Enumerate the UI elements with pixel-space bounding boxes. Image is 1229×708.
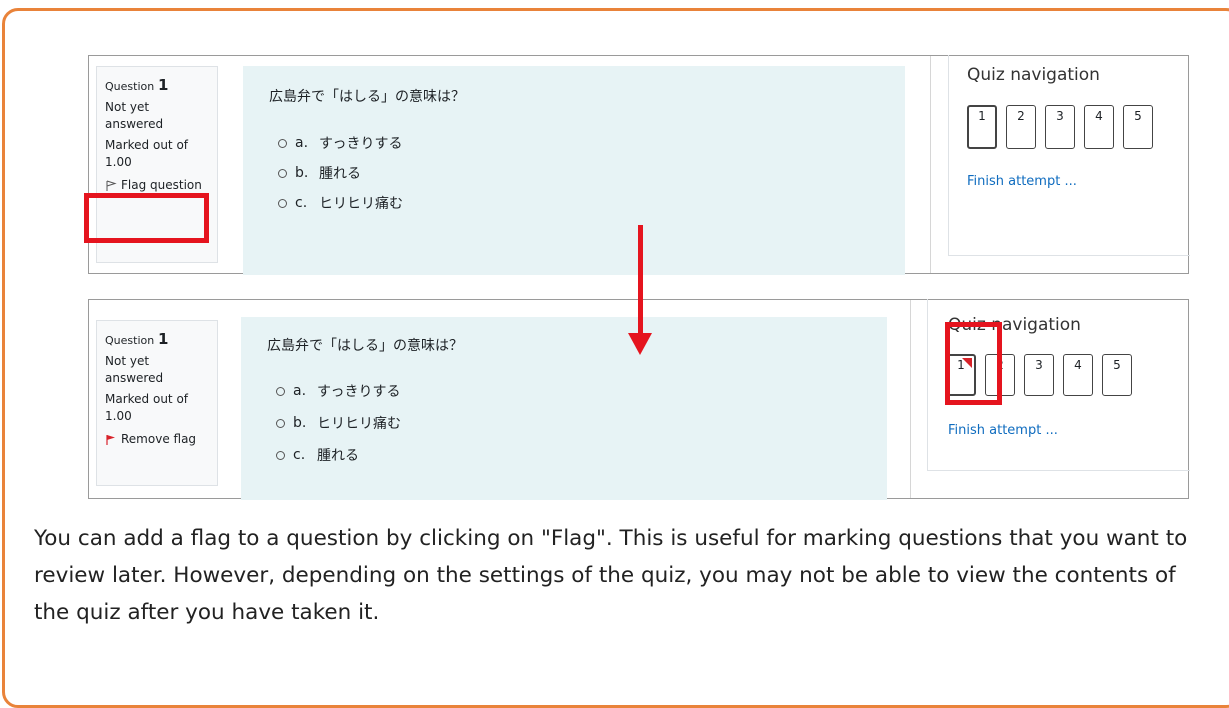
- radio-button[interactable]: [276, 418, 285, 428]
- answer-list: a. すっきりする b. ヒリヒリ痛む c. 腫れる: [267, 375, 861, 471]
- divider: [910, 300, 911, 498]
- divider: [930, 56, 931, 273]
- answer-letter: b.: [295, 165, 309, 181]
- question-number: 1: [158, 330, 169, 348]
- question-text: 広島弁で「はしる」の意味は？: [269, 89, 465, 105]
- finish-attempt-link[interactable]: Finish attempt ...: [967, 174, 1077, 189]
- nav-button-question-1[interactable]: 1: [967, 105, 997, 149]
- answer-letter: a.: [295, 135, 309, 151]
- answer-text: ヒリヒリ痛む: [317, 416, 401, 432]
- answer-option-c[interactable]: c. ヒリヒリ痛む: [269, 188, 879, 218]
- answer-text: 腫れる: [319, 166, 361, 182]
- remove-flag-label: Remove flag: [121, 432, 197, 446]
- highlight-box-flag: [84, 193, 209, 243]
- radio-button[interactable]: [278, 198, 287, 208]
- answer-text: 腫れる: [317, 448, 359, 464]
- nav-button-question-4[interactable]: 4: [1063, 354, 1093, 396]
- question-label: Question: [105, 80, 155, 93]
- question-text: 広島弁で「はしる」の意味は？: [267, 338, 463, 354]
- question-state: Not yet answered: [105, 354, 164, 385]
- nav-button-question-5[interactable]: 5: [1123, 105, 1153, 149]
- answer-letter: c.: [293, 447, 306, 463]
- flag-filled-icon: [106, 434, 115, 445]
- answer-list: a. すっきりする b. 腫れる c. ヒリヒリ痛む: [269, 128, 879, 218]
- highlight-box-nav-button: [945, 322, 1002, 405]
- remove-flag-toggle[interactable]: Remove flag: [105, 431, 209, 448]
- nav-button-question-2[interactable]: 2: [1006, 105, 1036, 149]
- quiz-navigation-title: Quiz navigation: [967, 65, 1100, 85]
- radio-button[interactable]: [278, 138, 287, 148]
- question-marks: Marked out of 1.00: [105, 392, 189, 423]
- answer-option-c[interactable]: c. 腫れる: [267, 439, 861, 471]
- question-state: Not yet answered: [105, 100, 164, 131]
- quiz-navigation-buttons: 1 2 3 4 5: [967, 105, 1153, 149]
- answer-letter: b.: [293, 415, 307, 431]
- question-content: 広島弁で「はしる」の意味は？ a. すっきりする b. ヒリヒリ痛む c. 腫れ…: [241, 317, 887, 500]
- flag-question-label: Flag question: [121, 178, 202, 192]
- finish-attempt-link[interactable]: Finish attempt ...: [948, 423, 1058, 438]
- quiz-navigation-panel: Quiz navigation 1 2 3 4 5 Finish attempt…: [948, 55, 1190, 256]
- question-label: Question: [105, 334, 155, 347]
- answer-letter: c.: [295, 195, 308, 211]
- answer-text: すっきりする: [319, 136, 403, 152]
- answer-option-a[interactable]: a. すっきりする: [269, 128, 879, 158]
- answer-option-b[interactable]: b. 腫れる: [269, 158, 879, 188]
- radio-button[interactable]: [278, 168, 287, 178]
- answer-option-b[interactable]: b. ヒリヒリ痛む: [267, 407, 861, 439]
- answer-text: ヒリヒリ痛む: [319, 196, 403, 212]
- nav-button-question-3[interactable]: 3: [1024, 354, 1054, 396]
- question-content: 広島弁で「はしる」の意味は？ a. すっきりする b. 腫れる c. ヒリヒリ痛…: [243, 66, 905, 275]
- question-number: 1: [158, 76, 169, 94]
- instruction-caption: You can add a flag to a question by clic…: [34, 526, 1188, 625]
- radio-button[interactable]: [276, 450, 285, 460]
- nav-button-question-5[interactable]: 5: [1102, 354, 1132, 396]
- arrow-head-icon: [628, 333, 652, 355]
- answer-option-a[interactable]: a. すっきりする: [267, 375, 861, 407]
- question-marks: Marked out of 1.00: [105, 138, 189, 169]
- down-arrow-icon: [638, 225, 643, 335]
- answer-letter: a.: [293, 383, 307, 399]
- answer-text: すっきりする: [317, 384, 401, 400]
- flag-outline-icon: [106, 180, 117, 191]
- radio-button[interactable]: [276, 386, 285, 396]
- nav-button-question-4[interactable]: 4: [1084, 105, 1114, 149]
- nav-button-question-3[interactable]: 3: [1045, 105, 1075, 149]
- flag-question-toggle[interactable]: Flag question: [105, 177, 209, 194]
- question-info-panel: Question 1 Not yet answered Marked out o…: [96, 320, 218, 486]
